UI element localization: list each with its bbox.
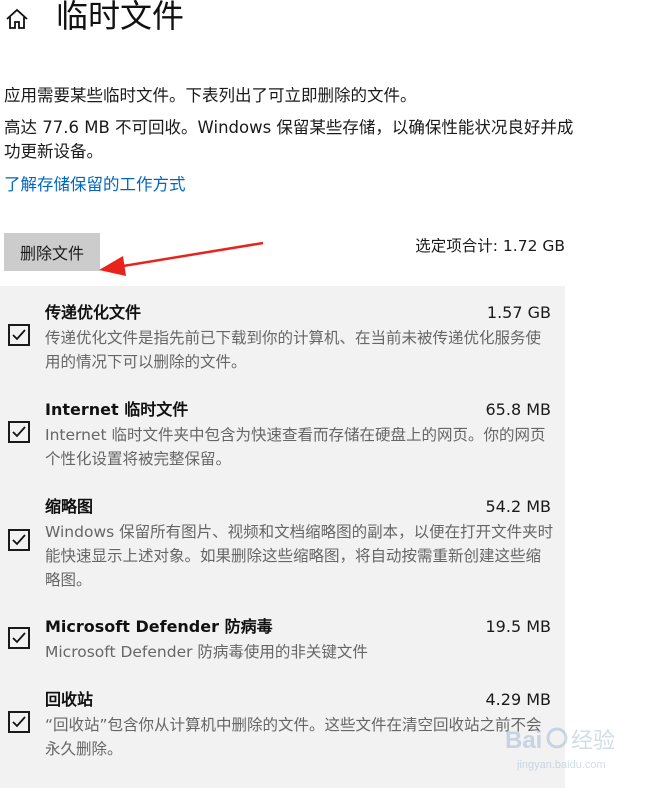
delete-files-button[interactable]: 删除文件: [4, 233, 100, 271]
selected-total: 选定项合计: 1.72 GB: [415, 237, 565, 255]
reserved-storage-text: 高达 77.6 MB 不可回收。Windows 保留某些存储，以确保性能状况良好…: [4, 118, 574, 161]
svg-text:经验: 经验: [571, 729, 615, 754]
page-title: 临时文件: [56, 0, 185, 35]
svg-text:jingyan.baidu.com: jingyan.baidu.com: [516, 759, 606, 771]
learn-storage-link[interactable]: 了解存储保留的工作方式: [4, 173, 186, 197]
item-name: Internet 临时文件: [45, 400, 189, 419]
item-description: “回收站”包含你从计算机中删除的文件。这些文件在清空回收站之前不会永久删除。: [45, 716, 542, 758]
red-arrow-icon: [99, 241, 264, 276]
item-size: 54.2 MB: [485, 497, 552, 516]
check-icon: [12, 534, 26, 546]
item-size: 19.5 MB: [485, 617, 552, 636]
page-header: 临时文件: [0, 0, 667, 44]
baidu-watermark-logo: Bai 经验 jingyan.baidu.com: [505, 727, 615, 771]
intro-text: 应用需要某些临时文件。下表列出了可立即删除的文件。: [4, 86, 417, 105]
check-icon: [12, 426, 26, 438]
item-size: 4.29 MB: [485, 690, 552, 709]
item-checkbox[interactable]: [8, 529, 30, 551]
home-icon[interactable]: [4, 6, 30, 32]
item-description: Windows 保留所有图片、视频和文档缩略图的副本，以便在打开文件夹时能快速显…: [45, 523, 554, 589]
item-checkbox[interactable]: [8, 324, 30, 346]
item-name: 传递优化文件: [45, 303, 142, 322]
temp-files-list: 传递优化文件 1.57 GB 传递优化文件是指先前已下载到你的计算机、在当前未被…: [0, 286, 565, 788]
item-checkbox[interactable]: [8, 421, 30, 443]
item-size: 1.57 GB: [486, 303, 551, 322]
check-icon: [12, 329, 26, 341]
svg-text:Bai: Bai: [505, 727, 542, 754]
item-description: Internet 临时文件夹中包含为快速查看而存储在硬盘上的网页。你的网页个性化…: [45, 426, 546, 468]
item-description: 传递优化文件是指先前已下载到你的计算机、在当前未被传递优化服务使用的情况下可以删…: [45, 329, 542, 371]
check-icon: [12, 632, 26, 644]
item-checkbox[interactable]: [8, 627, 30, 649]
item-size: 65.8 MB: [485, 400, 552, 419]
item-checkbox[interactable]: [8, 711, 30, 733]
check-icon: [12, 716, 26, 728]
item-name: Microsoft Defender 防病毒: [45, 617, 273, 636]
item-name: 缩略图: [45, 497, 94, 516]
item-description: Microsoft Defender 防病毒使用的非关键文件: [45, 643, 368, 661]
item-name: 回收站: [45, 690, 94, 709]
